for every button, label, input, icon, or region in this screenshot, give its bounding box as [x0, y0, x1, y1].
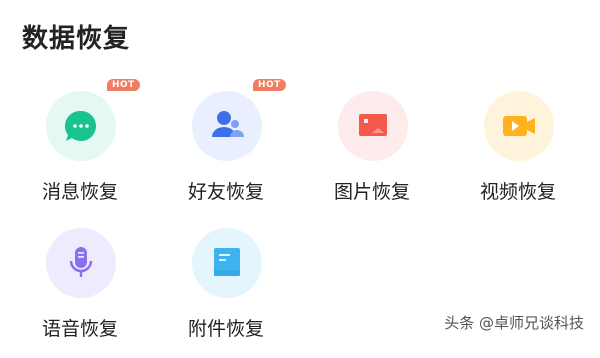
friend-recovery-label: 好友恢复 — [188, 181, 265, 203]
hot-badge: HOT — [107, 79, 140, 91]
page-title: 数据恢复 — [22, 24, 131, 54]
hot-badge: HOT — [253, 79, 286, 91]
attachment-icon-bg — [192, 228, 262, 298]
image-icon-bg — [338, 91, 408, 161]
image-recovery-label: 图片恢复 — [334, 181, 411, 203]
video-camera-icon — [503, 116, 535, 136]
image-recovery-tile[interactable]: 图片恢复 — [334, 91, 484, 221]
message-recovery-label: 消息恢复 — [42, 181, 119, 203]
attachment-recovery-tile[interactable]: 附件恢复 — [188, 228, 338, 358]
video-recovery-tile[interactable]: 视频恢复 — [480, 91, 600, 221]
contacts-icon — [212, 111, 244, 137]
chat-bubble-icon — [64, 110, 96, 141]
attachment-recovery-label: 附件恢复 — [188, 318, 265, 340]
message-icon-bg — [46, 91, 116, 161]
voice-icon-bg — [46, 228, 116, 298]
video-icon-bg — [484, 91, 554, 161]
voice-recovery-label: 语音恢复 — [42, 318, 119, 340]
image-icon — [359, 114, 387, 136]
message-recovery-tile[interactable]: HOT 消息恢复 — [42, 79, 192, 221]
friend-recovery-tile[interactable]: HOT 好友恢复 — [188, 79, 338, 221]
watermark: 头条 @卓师兄谈科技 — [444, 314, 584, 332]
document-icon — [214, 248, 240, 276]
microphone-icon — [69, 247, 93, 277]
friend-icon-bg — [192, 91, 262, 161]
video-recovery-label: 视频恢复 — [480, 181, 557, 203]
voice-recovery-tile[interactable]: 语音恢复 — [42, 228, 192, 358]
